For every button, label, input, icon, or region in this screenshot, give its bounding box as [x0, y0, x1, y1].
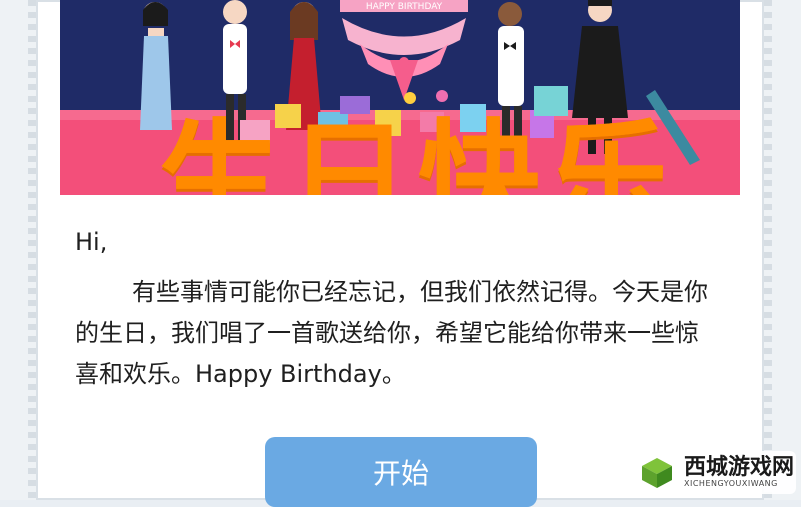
start-button[interactable]: 开始 [265, 437, 537, 507]
greeting-text: Hi, [75, 228, 108, 256]
watermark-badge: 西城游戏网 XICHENGYOUXIWANG [632, 451, 796, 494]
banner-title: 生日快乐 [158, 108, 678, 195]
logo-icon [642, 457, 672, 488]
message-paragraph: 有些事情可能你已经忘记，但我们依然记得。今天是你的生日，我们唱了一首歌送给你，希… [75, 278, 708, 388]
watermark-name: 西城游戏网 [684, 455, 795, 480]
watermark-domain: XICHENGYOUXIWANG [684, 479, 778, 488]
cake-text: HAPPY BIRTHDAY [366, 2, 443, 12]
birthday-banner: HAPPY BIRTHDAY 生日快乐 [60, 0, 740, 195]
